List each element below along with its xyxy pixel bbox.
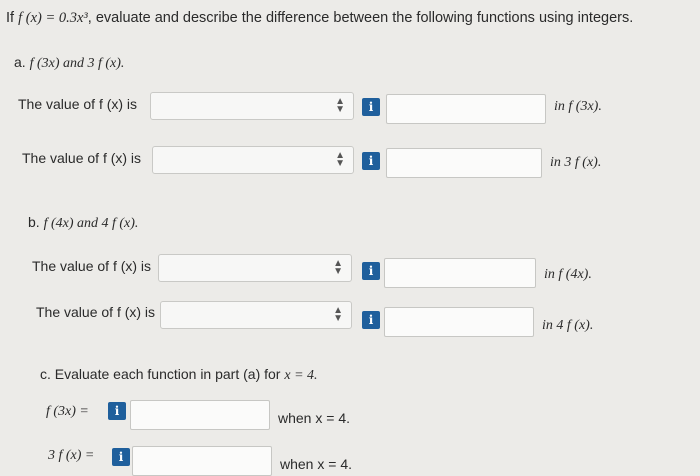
part-b-row2-prompt: The value of f (x) is [36, 304, 156, 320]
question-prefix: If [6, 10, 19, 26]
part-a-row1-answer-input[interactable] [386, 94, 546, 124]
part-a-expression: f (3x) and 3 f (x). [29, 56, 125, 71]
part-a-row1-prompt: The value of f (x) is [18, 96, 138, 112]
up-down-chevron-icon: ▲ ▼ [333, 305, 343, 324]
info-icon[interactable]: i [362, 262, 380, 280]
part-b-row2-suffix: in 4 f (x). [542, 318, 594, 333]
info-icon[interactable]: i [362, 98, 380, 116]
info-icon[interactable]: i [362, 311, 380, 329]
question-text: If f (x) = 0.3x³, evaluate and describe … [6, 10, 633, 27]
part-b-row2-answer-input[interactable] [384, 307, 534, 337]
part-b-row1-suffix: in f (4x). [544, 267, 592, 282]
part-b-row1-answer-input[interactable] [384, 258, 536, 288]
part-c-row1-suffix: when x = 4. [278, 410, 350, 426]
part-a-row2-prompt: The value of f (x) is [22, 150, 142, 166]
part-c-heading: c. Evaluate each function in part (a) fo… [40, 366, 318, 384]
part-b-expression: f (4x) and 4 f (x). [43, 216, 139, 231]
info-icon[interactable]: i [112, 448, 130, 466]
part-a-row1-suffix: in f (3x). [554, 99, 602, 114]
part-a-row2-answer-input[interactable] [386, 148, 542, 178]
up-down-chevron-icon: ▲ ▼ [335, 150, 345, 169]
question-function: f (x) = 0.3x³ [18, 10, 88, 26]
part-c-label: c. [40, 366, 51, 382]
part-b-row1-select[interactable]: ▲ ▼ [158, 254, 352, 282]
part-a-label: a. [14, 54, 26, 70]
part-c-row2-answer-input[interactable] [132, 446, 272, 476]
part-b-row2-select[interactable]: ▲ ▼ [160, 301, 352, 329]
part-a-heading: a. f (3x) and 3 f (x). [14, 54, 124, 72]
part-b-label: b. [28, 214, 40, 230]
up-down-chevron-icon: ▲ ▼ [335, 96, 345, 115]
part-b-row1-prompt: The value of f (x) is [32, 258, 152, 274]
info-icon[interactable]: i [108, 402, 126, 420]
part-a-row2-suffix: in 3 f (x). [550, 155, 602, 170]
part-a-row1-select[interactable]: ▲ ▼ [150, 92, 354, 120]
part-b-heading: b. f (4x) and 4 f (x). [28, 214, 138, 232]
info-icon[interactable]: i [362, 152, 380, 170]
part-c-row1-expression: f (3x) = [46, 404, 89, 419]
part-c-condition: x = 4. [284, 368, 318, 383]
part-c-text: Evaluate each function in part (a) for [54, 366, 281, 382]
part-a-row2-select[interactable]: ▲ ▼ [152, 146, 354, 174]
part-c-row2-suffix: when x = 4. [280, 456, 352, 472]
up-down-chevron-icon: ▲ ▼ [333, 258, 343, 277]
part-c-row1-answer-input[interactable] [130, 400, 270, 430]
question-suffix: , evaluate and describe the difference b… [87, 10, 634, 26]
part-c-row2-expression: 3 f (x) = [48, 448, 95, 463]
